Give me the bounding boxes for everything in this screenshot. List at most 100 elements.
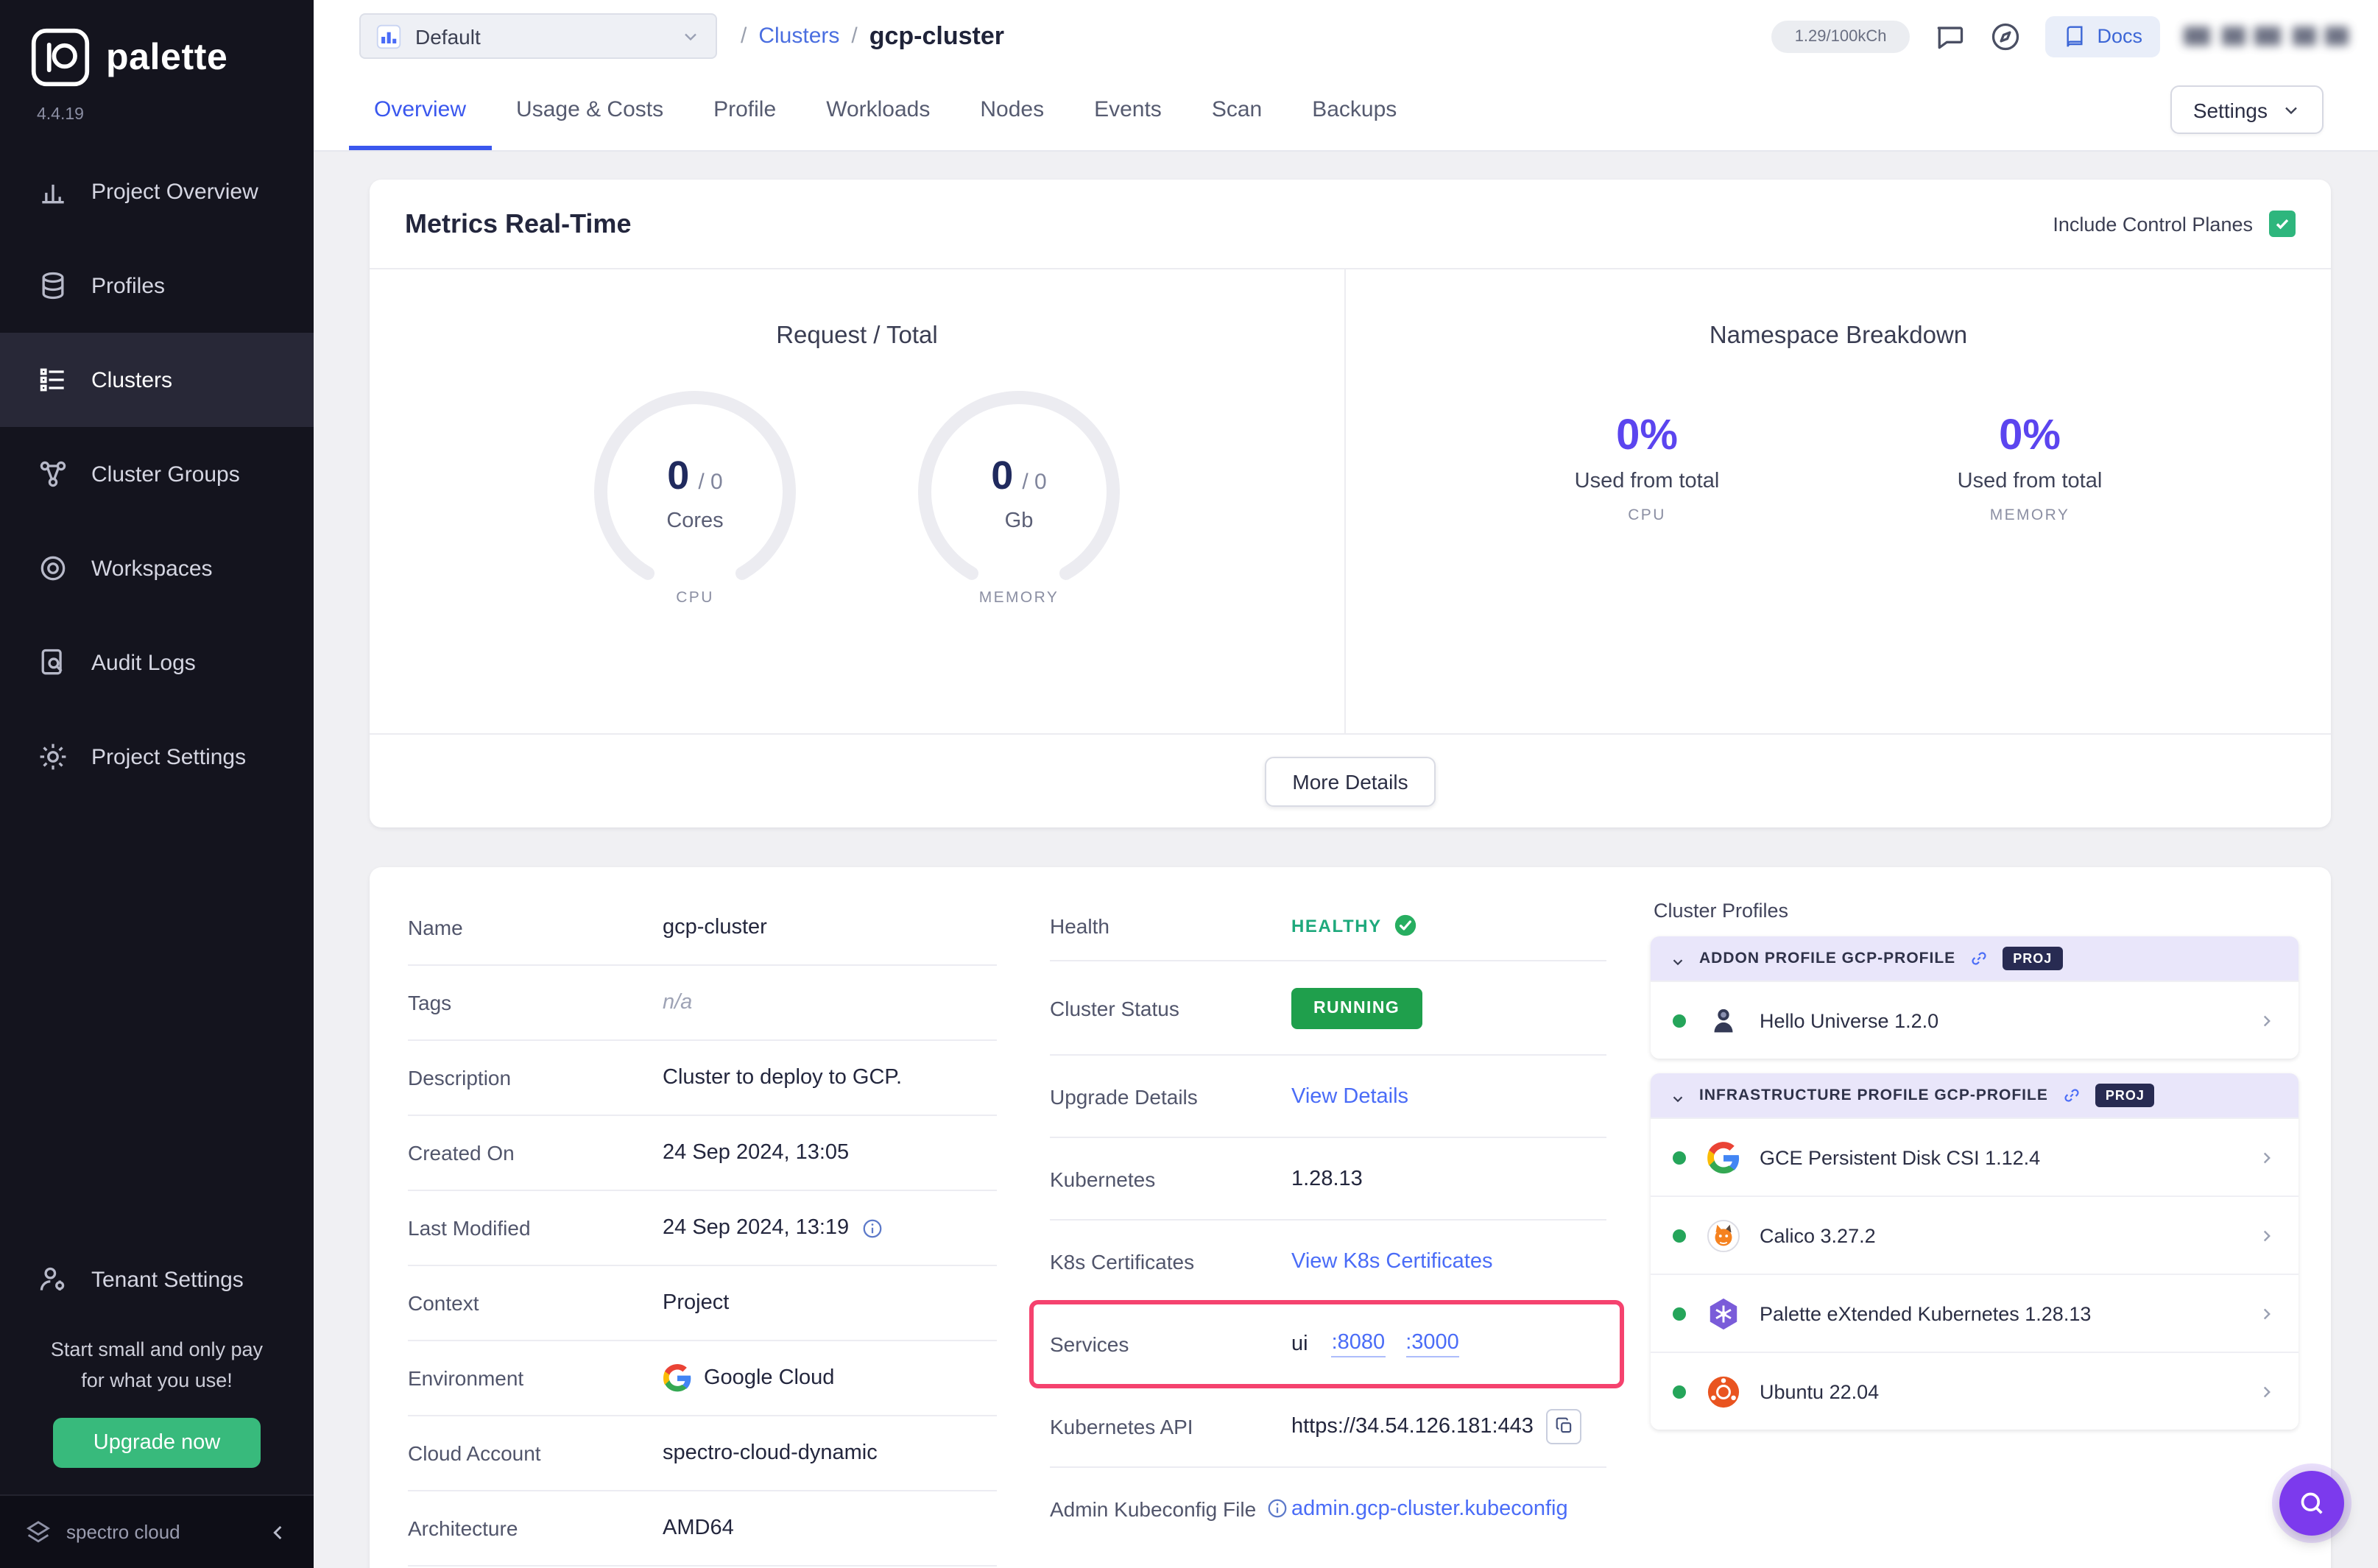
gauge-number: 0 xyxy=(991,453,1014,498)
header-actions: 1.29/100kCh Docs xyxy=(1771,15,2349,57)
link-icon[interactable] xyxy=(2061,1085,2082,1106)
upgrade-now-button[interactable]: Upgrade now xyxy=(53,1418,261,1468)
profile-item-gce-disk[interactable]: GCE Persistent Disk CSI 1.12.4 xyxy=(1651,1117,2298,1196)
info-row-architecture: Architecture AMD64 xyxy=(408,1491,997,1567)
stat-metric-label: MEMORY xyxy=(1989,506,2070,524)
info-row-created-on: Created On 24 Sep 2024, 13:05 xyxy=(408,1116,997,1191)
profile-item-name: Calico 3.27.2 xyxy=(1760,1224,1876,1246)
stat-caption: Used from total xyxy=(1957,470,2103,493)
service-port-8080-link[interactable]: :8080 xyxy=(1331,1330,1386,1357)
settings-button[interactable]: Settings xyxy=(2170,85,2324,134)
search-icon xyxy=(2301,1492,2323,1514)
profile-item-palette-extended-kubernetes[interactable]: Palette eXtended Kubernetes 1.28.13 xyxy=(1651,1274,2298,1352)
book-icon xyxy=(2063,24,2086,48)
tab-scan[interactable]: Scan xyxy=(1187,72,1287,150)
sidebar-collapse-icon[interactable] xyxy=(267,1520,290,1544)
metrics-realtime-card: Metrics Real-Time Include Control Planes… xyxy=(370,180,2331,827)
status-row-kubernetes-api: Kubernetes API https://34.54.126.181:443 xyxy=(1050,1385,1606,1468)
tab-events[interactable]: Events xyxy=(1069,72,1187,150)
chevron-right-icon xyxy=(2257,1148,2276,1167)
request-total-title: Request / Total xyxy=(776,322,938,349)
view-k8s-certificates-link[interactable]: View K8s Certificates xyxy=(1291,1249,1492,1273)
sidebar-item-clusters[interactable]: Clusters xyxy=(0,333,314,427)
status-dot xyxy=(1673,1014,1686,1027)
namespace-memory-stat: 0% Used from total MEMORY xyxy=(1919,412,2140,524)
info-value-text: Google Cloud xyxy=(704,1366,835,1390)
gauge-unit: Cores xyxy=(666,509,724,533)
tab-usage-costs[interactable]: Usage & Costs xyxy=(491,72,688,150)
status-dot xyxy=(1673,1151,1686,1164)
service-port-3000-link[interactable]: :3000 xyxy=(1405,1330,1459,1357)
info-icon[interactable] xyxy=(861,1217,883,1239)
view-details-link[interactable]: View Details xyxy=(1291,1084,1408,1108)
sidebar-item-project-overview[interactable]: Project Overview xyxy=(0,144,314,239)
profile-item-hello-universe[interactable]: Hello Universe 1.2.0 xyxy=(1651,981,2298,1059)
tab-overview[interactable]: Overview xyxy=(349,72,492,150)
sidebar-item-label: Project Settings xyxy=(91,744,247,769)
profile-item-name: Palette eXtended Kubernetes 1.28.13 xyxy=(1760,1302,2092,1324)
sidebar-item-tenant-settings[interactable]: Tenant Settings xyxy=(0,1232,314,1327)
tab-workloads[interactable]: Workloads xyxy=(801,72,955,150)
info-label: Created On xyxy=(408,1141,515,1165)
breadcrumb-clusters-link[interactable]: Clusters xyxy=(758,24,839,49)
healthy-check-icon xyxy=(1395,914,1416,936)
service-name: ui xyxy=(1291,1332,1308,1355)
app-version: 4.4.19 xyxy=(37,106,84,124)
header-row: Default / Clusters / gcp-cluster 1.29/10… xyxy=(314,0,2378,72)
cpu-gauge: 0 / 0 Cores CPU xyxy=(580,386,810,610)
project-selector[interactable]: Default xyxy=(359,13,717,59)
sidebar-item-project-settings[interactable]: Project Settings xyxy=(0,710,314,804)
infrastructure-profile-header[interactable]: INFRASTRUCTURE PROFILE GCP-PROFILE PROJ xyxy=(1651,1073,2298,1117)
info-label: Architecture xyxy=(408,1516,518,1540)
sidebar-item-cluster-groups[interactable]: Cluster Groups xyxy=(0,427,314,521)
kubeconfig-download-link[interactable]: admin.gcp-cluster.kubeconfig xyxy=(1291,1497,1568,1520)
profile-item-ubuntu[interactable]: Ubuntu 22.04 xyxy=(1651,1352,2298,1430)
status-row-kubernetes: Kubernetes 1.28.13 xyxy=(1050,1138,1606,1221)
sidebar-item-profiles[interactable]: Profiles xyxy=(0,239,314,333)
include-control-planes-checkbox[interactable] xyxy=(2269,211,2296,237)
chevron-down-icon xyxy=(680,26,701,46)
breadcrumb: / Clusters / gcp-cluster xyxy=(741,21,1004,51)
tab-backups[interactable]: Backups xyxy=(1287,72,1422,150)
addon-profile-header[interactable]: ADDON PROFILE GCP-PROFILE PROJ xyxy=(1651,936,2298,981)
search-fab-button[interactable] xyxy=(2279,1471,2344,1536)
project-selector-value: Default xyxy=(415,24,481,48)
promo-line-2: for what you use! xyxy=(81,1369,233,1392)
user-account-redacted[interactable] xyxy=(2184,27,2349,46)
more-details-button[interactable]: More Details xyxy=(1264,756,1436,806)
chevron-down-icon xyxy=(1670,950,1686,967)
health-status: HEALTHY xyxy=(1291,913,1419,938)
ubuntu-icon xyxy=(1707,1374,1740,1408)
usage-credits-badge: 1.29/100kCh xyxy=(1771,20,1910,52)
chat-icon[interactable] xyxy=(1933,20,1966,52)
sidebar-item-label: Clusters xyxy=(91,367,173,392)
info-value: Cluster to deploy to GCP. xyxy=(663,1066,903,1090)
profile-item-calico[interactable]: Calico 3.27.2 xyxy=(1651,1196,2298,1274)
info-label: Cloud Account xyxy=(408,1441,541,1465)
gauge-metric-label: CPU xyxy=(676,589,714,607)
gauge-total: / 0 xyxy=(698,470,723,495)
gauge-metric-label: MEMORY xyxy=(978,589,1059,607)
namespace-cpu-stat: 0% Used from total CPU xyxy=(1536,412,1757,524)
profile-item-name: GCE Persistent Disk CSI 1.12.4 xyxy=(1760,1146,2041,1168)
tab-profile[interactable]: Profile xyxy=(688,72,801,150)
docs-button[interactable]: Docs xyxy=(2045,15,2160,57)
copy-icon[interactable] xyxy=(1546,1408,1582,1444)
status-row-cluster-status: Cluster Status RUNNING xyxy=(1050,961,1606,1056)
status-label-text: Admin Kubeconfig File xyxy=(1050,1497,1257,1520)
info-value: AMD64 xyxy=(663,1516,734,1540)
help-compass-icon[interactable] xyxy=(1989,20,2022,52)
include-control-planes: Include Control Planes xyxy=(2053,211,2296,237)
project-scope-badge: PROJ xyxy=(2003,947,2063,970)
sidebar-item-audit-logs[interactable]: Audit Logs xyxy=(0,615,314,710)
metrics-card-title: Metrics Real-Time xyxy=(405,208,632,238)
promo-line-1: Start small and only pay xyxy=(50,1338,264,1361)
breadcrumb-separator: / xyxy=(851,24,858,49)
info-icon[interactable] xyxy=(1266,1497,1288,1519)
running-status-badge[interactable]: RUNNING xyxy=(1291,987,1422,1028)
tab-nodes[interactable]: Nodes xyxy=(955,72,1069,150)
sidebar-item-workspaces[interactable]: Workspaces xyxy=(0,521,314,615)
link-icon[interactable] xyxy=(1969,948,1989,969)
google-cloud-icon xyxy=(663,1363,692,1393)
